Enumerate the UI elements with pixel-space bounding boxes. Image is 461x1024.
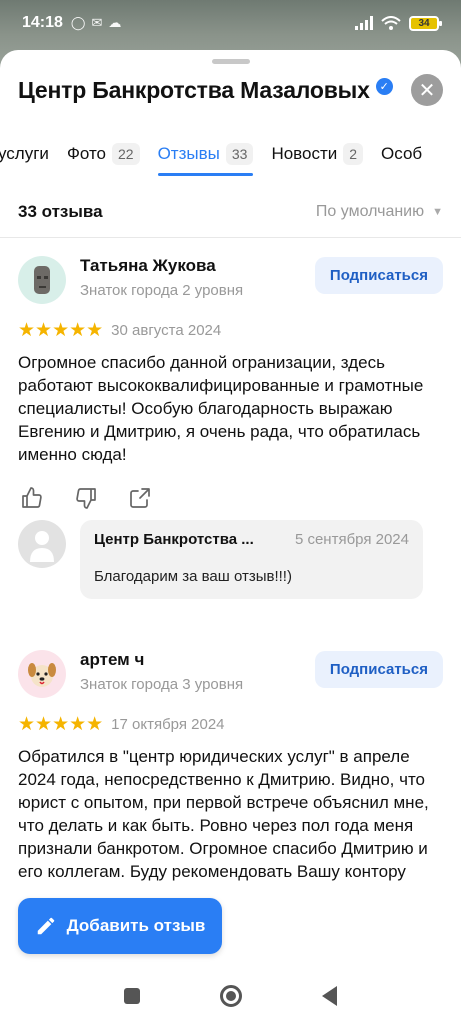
star-rating: ★★★★★ (18, 714, 104, 735)
avatar[interactable] (18, 650, 66, 698)
tab-label: услуги (0, 144, 49, 163)
mail-icon: ✉ (91, 15, 103, 30)
thumbs-down-icon[interactable] (74, 486, 98, 510)
review-date: 30 августа 2024 (111, 322, 222, 339)
review-text: Обратился в "центр юридических услуг" в … (18, 747, 429, 881)
recents-button[interactable] (124, 988, 140, 1004)
home-button[interactable] (220, 985, 242, 1007)
owner-reply: Центр Банкротства ... 5 сентября 2024 Бл… (18, 520, 423, 599)
chevron-down-icon: ▼ (432, 206, 443, 218)
tab-label: Отзывы (157, 144, 220, 163)
status-bar: 14:18 ◯ ✉ ☁ 34 (0, 0, 461, 46)
star-rating: ★★★★★ (18, 320, 104, 341)
tab-bar: услуги Фото 22 Отзывы 33 Новости 2 Особ (0, 134, 461, 176)
cloud-icon: ☁ (108, 15, 122, 30)
tab-photos[interactable]: Фото 22 (67, 134, 140, 174)
verified-icon: ✓ (375, 77, 393, 95)
person-silhouette-icon (30, 531, 54, 562)
reviewer-name[interactable]: Татьяна Жукова (80, 256, 243, 276)
share-icon[interactable] (128, 486, 152, 510)
reply-text: Благодарим за ваш отзыв!!!) (94, 568, 292, 585)
sheet-grabber[interactable] (211, 59, 250, 64)
dog-icon (28, 663, 56, 687)
page-title: Центр Банкротства Мазаловых (18, 76, 370, 103)
close-button[interactable]: ✕ (411, 74, 443, 106)
reviews-summary-row: 33 отзыва По умолчанию ▼ (18, 202, 443, 222)
pencil-icon (37, 917, 54, 935)
whatsapp-icon: ◯ (70, 15, 86, 30)
tab-count-badge: 22 (112, 143, 140, 165)
bottom-sheet: Центр Банкротства Мазаловых ✓ ✕ услуги Ф… (0, 50, 461, 1024)
status-time: 14:18 (22, 14, 63, 31)
reviews-count: 33 отзыва (18, 202, 103, 221)
sort-dropdown[interactable]: По умолчанию ▼ (316, 203, 443, 221)
moai-icon (34, 266, 50, 294)
review-text: Огромное спасибо данной огранизации, зде… (18, 353, 424, 464)
system-nav-bar (0, 968, 461, 1024)
signal-icon (355, 16, 373, 30)
review-actions (18, 486, 443, 510)
reply-org-name: Центр Банкротства ... (94, 531, 254, 548)
tab-count-badge: 2 (343, 143, 364, 165)
tab-news[interactable]: Новости 2 (271, 134, 364, 174)
tab-count-badge: 33 (225, 143, 254, 165)
add-review-label: Добавить отзыв (66, 916, 206, 935)
subscribe-button[interactable]: Подписаться (314, 257, 443, 294)
review-card: артем ч Знаток города 3 уровня Подписать… (18, 650, 443, 885)
back-button[interactable] (322, 986, 337, 1006)
tab-features[interactable]: Особ (381, 134, 422, 174)
reply-date: 5 сентября 2024 (294, 531, 409, 548)
review-card: Татьяна Жукова Знаток города 2 уровня По… (18, 256, 443, 510)
tab-reviews[interactable]: Отзывы 33 (157, 134, 254, 176)
wifi-icon (381, 16, 401, 30)
tab-label: Фото (66, 144, 106, 163)
reply-bubble: Центр Банкротства ... 5 сентября 2024 Бл… (80, 520, 423, 599)
review-date: 17 октября 2024 (111, 716, 225, 733)
thumbs-up-icon[interactable] (20, 486, 44, 510)
add-review-button[interactable]: Добавить отзыв (18, 898, 222, 954)
subscribe-button[interactable]: Подписаться (314, 651, 443, 688)
tab-label: Особ (381, 144, 423, 163)
reviewer-level: Знаток города 2 уровня (80, 282, 244, 299)
sort-label: По умолчанию (315, 203, 425, 220)
battery-icon: 34 (409, 15, 442, 31)
org-avatar (18, 520, 66, 568)
tab-label: Новости (271, 144, 338, 163)
reviewer-level: Знаток города 3 уровня (80, 676, 244, 693)
divider (0, 237, 461, 238)
tab-services[interactable]: услуги (0, 134, 49, 174)
sheet-header: Центр Банкротства Мазаловых ✓ ✕ (18, 74, 443, 106)
avatar[interactable] (18, 256, 66, 304)
reviewer-name[interactable]: артем ч (80, 650, 243, 670)
